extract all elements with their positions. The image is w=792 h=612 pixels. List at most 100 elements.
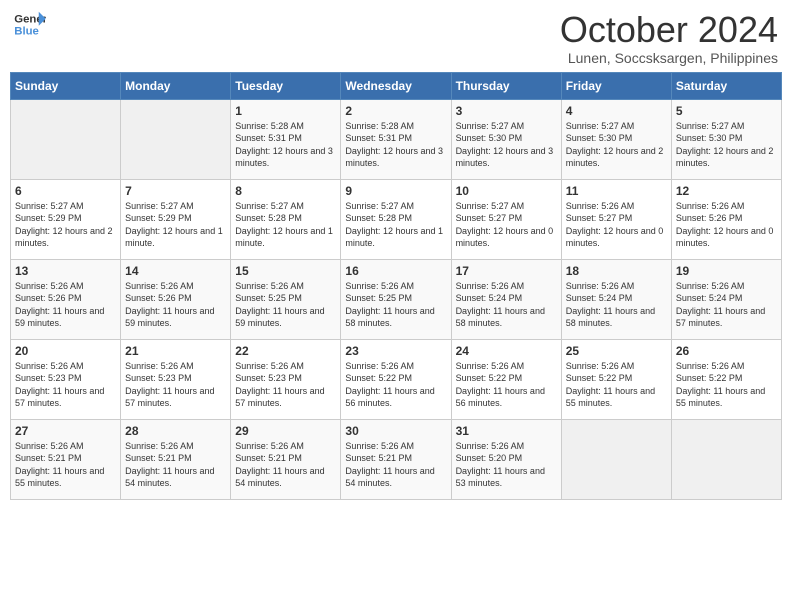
calendar-day-cell: 14 Sunrise: 5:26 AM Sunset: 5:26 PM Dayli… xyxy=(121,259,231,339)
day-number: 29 xyxy=(235,424,336,438)
calendar-week-row: 1 Sunrise: 5:28 AM Sunset: 5:31 PM Daylig… xyxy=(11,99,782,179)
calendar-day-cell xyxy=(671,419,781,499)
day-content: Sunrise: 5:26 AM Sunset: 5:26 PM Dayligh… xyxy=(15,280,116,330)
day-content: Sunrise: 5:26 AM Sunset: 5:24 PM Dayligh… xyxy=(456,280,557,330)
day-content: Sunrise: 5:27 AM Sunset: 5:29 PM Dayligh… xyxy=(125,200,226,250)
day-number: 2 xyxy=(345,104,446,118)
calendar-day-cell: 16 Sunrise: 5:26 AM Sunset: 5:25 PM Dayli… xyxy=(341,259,451,339)
day-number: 11 xyxy=(566,184,667,198)
day-number: 25 xyxy=(566,344,667,358)
calendar-day-cell xyxy=(561,419,671,499)
day-number: 1 xyxy=(235,104,336,118)
calendar-day-cell: 18 Sunrise: 5:26 AM Sunset: 5:24 PM Dayli… xyxy=(561,259,671,339)
calendar-day-cell xyxy=(121,99,231,179)
day-content: Sunrise: 5:26 AM Sunset: 5:22 PM Dayligh… xyxy=(676,360,777,410)
page-header: General Blue October 2024 Lunen, Soccsks… xyxy=(10,10,782,66)
calendar-day-cell: 1 Sunrise: 5:28 AM Sunset: 5:31 PM Daylig… xyxy=(231,99,341,179)
day-content: Sunrise: 5:26 AM Sunset: 5:21 PM Dayligh… xyxy=(235,440,336,490)
day-number: 19 xyxy=(676,264,777,278)
day-content: Sunrise: 5:26 AM Sunset: 5:26 PM Dayligh… xyxy=(125,280,226,330)
day-number: 28 xyxy=(125,424,226,438)
day-number: 24 xyxy=(456,344,557,358)
day-number: 21 xyxy=(125,344,226,358)
day-content: Sunrise: 5:26 AM Sunset: 5:22 PM Dayligh… xyxy=(345,360,446,410)
day-content: Sunrise: 5:28 AM Sunset: 5:31 PM Dayligh… xyxy=(235,120,336,170)
calendar-day-cell: 23Sunrise: 5:26 AM Sunset: 5:22 PM Dayli… xyxy=(341,339,451,419)
calendar-day-cell: 2 Sunrise: 5:28 AM Sunset: 5:31 PM Daylig… xyxy=(341,99,451,179)
day-number: 30 xyxy=(345,424,446,438)
calendar-day-cell: 31Sunrise: 5:26 AM Sunset: 5:20 PM Dayli… xyxy=(451,419,561,499)
month-title: October 2024 xyxy=(560,10,778,50)
calendar-day-cell: 3 Sunrise: 5:27 AM Sunset: 5:30 PM Daylig… xyxy=(451,99,561,179)
location-subtitle: Lunen, Soccsksargen, Philippines xyxy=(560,50,778,66)
day-number: 9 xyxy=(345,184,446,198)
day-number: 18 xyxy=(566,264,667,278)
day-number: 14 xyxy=(125,264,226,278)
day-content: Sunrise: 5:27 AM Sunset: 5:30 PM Dayligh… xyxy=(566,120,667,170)
calendar-week-row: 6Sunrise: 5:27 AM Sunset: 5:29 PM Daylig… xyxy=(11,179,782,259)
calendar-table: SundayMondayTuesdayWednesdayThursdayFrid… xyxy=(10,72,782,500)
calendar-day-cell: 29 Sunrise: 5:26 AM Sunset: 5:21 PM Dayli… xyxy=(231,419,341,499)
calendar-day-cell: 7 Sunrise: 5:27 AM Sunset: 5:29 PM Daylig… xyxy=(121,179,231,259)
day-content: Sunrise: 5:28 AM Sunset: 5:31 PM Dayligh… xyxy=(345,120,446,170)
day-content: Sunrise: 5:26 AM Sunset: 5:21 PM Dayligh… xyxy=(15,440,116,490)
day-number: 27 xyxy=(15,424,116,438)
calendar-day-cell: 21 Sunrise: 5:26 AM Sunset: 5:23 PM Dayli… xyxy=(121,339,231,419)
day-number: 10 xyxy=(456,184,557,198)
calendar-day-cell: 15Sunrise: 5:26 AM Sunset: 5:25 PM Dayli… xyxy=(231,259,341,339)
day-content: Sunrise: 5:26 AM Sunset: 5:22 PM Dayligh… xyxy=(566,360,667,410)
day-content: Sunrise: 5:26 AM Sunset: 5:23 PM Dayligh… xyxy=(125,360,226,410)
day-number: 7 xyxy=(125,184,226,198)
calendar-day-cell xyxy=(11,99,121,179)
day-content: Sunrise: 5:26 AM Sunset: 5:23 PM Dayligh… xyxy=(235,360,336,410)
day-number: 8 xyxy=(235,184,336,198)
day-content: Sunrise: 5:27 AM Sunset: 5:30 PM Dayligh… xyxy=(456,120,557,170)
calendar-week-row: 27 Sunrise: 5:26 AM Sunset: 5:21 PM Dayli… xyxy=(11,419,782,499)
calendar-day-cell: 30 Sunrise: 5:26 AM Sunset: 5:21 PM Dayli… xyxy=(341,419,451,499)
day-content: Sunrise: 5:26 AM Sunset: 5:23 PM Dayligh… xyxy=(15,360,116,410)
day-content: Sunrise: 5:26 AM Sunset: 5:20 PM Dayligh… xyxy=(456,440,557,490)
calendar-day-cell: 4 Sunrise: 5:27 AM Sunset: 5:30 PM Daylig… xyxy=(561,99,671,179)
day-content: Sunrise: 5:27 AM Sunset: 5:30 PM Dayligh… xyxy=(676,120,777,170)
day-number: 4 xyxy=(566,104,667,118)
day-content: Sunrise: 5:26 AM Sunset: 5:21 PM Dayligh… xyxy=(345,440,446,490)
day-content: Sunrise: 5:26 AM Sunset: 5:27 PM Dayligh… xyxy=(566,200,667,250)
day-number: 12 xyxy=(676,184,777,198)
day-content: Sunrise: 5:27 AM Sunset: 5:27 PM Dayligh… xyxy=(456,200,557,250)
day-number: 13 xyxy=(15,264,116,278)
title-block: October 2024 Lunen, Soccsksargen, Philip… xyxy=(560,10,778,66)
day-number: 5 xyxy=(676,104,777,118)
day-number: 16 xyxy=(345,264,446,278)
calendar-day-cell: 8 Sunrise: 5:27 AM Sunset: 5:28 PM Daylig… xyxy=(231,179,341,259)
day-content: Sunrise: 5:26 AM Sunset: 5:21 PM Dayligh… xyxy=(125,440,226,490)
day-content: Sunrise: 5:26 AM Sunset: 5:24 PM Dayligh… xyxy=(566,280,667,330)
logo-icon: General Blue xyxy=(14,10,46,38)
calendar-day-cell: 13 Sunrise: 5:26 AM Sunset: 5:26 PM Dayli… xyxy=(11,259,121,339)
day-number: 20 xyxy=(15,344,116,358)
day-content: Sunrise: 5:26 AM Sunset: 5:25 PM Dayligh… xyxy=(345,280,446,330)
day-of-week-header: Friday xyxy=(561,72,671,99)
day-of-week-header: Sunday xyxy=(11,72,121,99)
calendar-day-cell: 20 Sunrise: 5:26 AM Sunset: 5:23 PM Dayli… xyxy=(11,339,121,419)
calendar-day-cell: 27 Sunrise: 5:26 AM Sunset: 5:21 PM Dayli… xyxy=(11,419,121,499)
calendar-day-cell: 28 Sunrise: 5:26 AM Sunset: 5:21 PM Dayli… xyxy=(121,419,231,499)
day-number: 15 xyxy=(235,264,336,278)
day-of-week-header: Monday xyxy=(121,72,231,99)
calendar-day-cell: 19Sunrise: 5:26 AM Sunset: 5:24 PM Dayli… xyxy=(671,259,781,339)
day-content: Sunrise: 5:27 AM Sunset: 5:28 PM Dayligh… xyxy=(345,200,446,250)
day-content: Sunrise: 5:26 AM Sunset: 5:26 PM Dayligh… xyxy=(676,200,777,250)
day-number: 17 xyxy=(456,264,557,278)
calendar-day-cell: 11 Sunrise: 5:26 AM Sunset: 5:27 PM Dayli… xyxy=(561,179,671,259)
calendar-day-cell: 24 Sunrise: 5:26 AM Sunset: 5:22 PM Dayli… xyxy=(451,339,561,419)
day-content: Sunrise: 5:26 AM Sunset: 5:22 PM Dayligh… xyxy=(456,360,557,410)
day-of-week-header: Saturday xyxy=(671,72,781,99)
calendar-day-cell: 5 Sunrise: 5:27 AM Sunset: 5:30 PM Daylig… xyxy=(671,99,781,179)
day-number: 3 xyxy=(456,104,557,118)
calendar-day-cell: 9 Sunrise: 5:27 AM Sunset: 5:28 PM Daylig… xyxy=(341,179,451,259)
calendar-day-cell: 26Sunrise: 5:26 AM Sunset: 5:22 PM Dayli… xyxy=(671,339,781,419)
day-content: Sunrise: 5:27 AM Sunset: 5:28 PM Dayligh… xyxy=(235,200,336,250)
day-of-week-header: Thursday xyxy=(451,72,561,99)
svg-text:Blue: Blue xyxy=(14,26,39,38)
calendar-day-cell: 10 Sunrise: 5:27 AM Sunset: 5:27 PM Dayli… xyxy=(451,179,561,259)
calendar-week-row: 20 Sunrise: 5:26 AM Sunset: 5:23 PM Dayli… xyxy=(11,339,782,419)
